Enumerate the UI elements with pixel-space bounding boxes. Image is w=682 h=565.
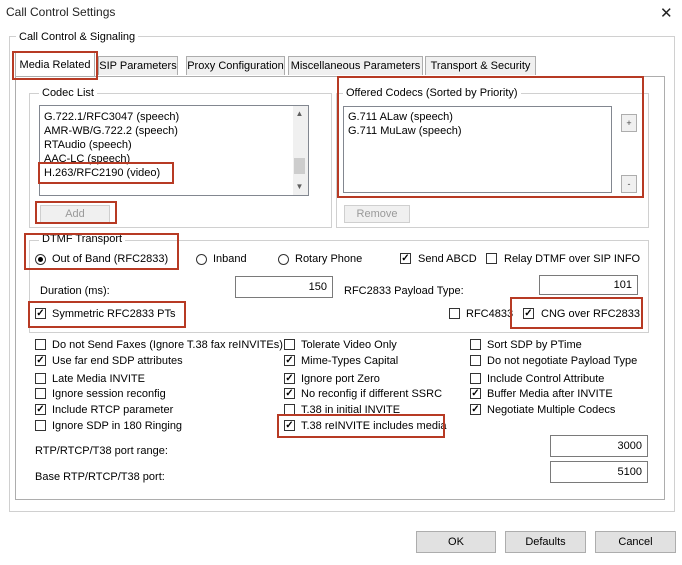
rfc4833-label: RFC4833 bbox=[466, 308, 514, 320]
ignore-session-reconfig-checkbox[interactable] bbox=[35, 388, 46, 399]
ignore-session-reconfig-label: Ignore session reconfig bbox=[52, 388, 166, 400]
send-abcd-checkbox[interactable]: ✓ bbox=[400, 253, 411, 264]
scroll-thumb[interactable] bbox=[294, 158, 305, 174]
relay-dtmf-checkbox[interactable] bbox=[486, 253, 497, 264]
ok-button[interactable]: OK bbox=[416, 531, 496, 553]
scroll-up-icon[interactable]: ▲ bbox=[293, 107, 306, 120]
call-control-group-label: Call Control & Signaling bbox=[16, 31, 139, 43]
tab-transport-security[interactable]: Transport & Security bbox=[425, 56, 536, 75]
highlight-t38-reinvite bbox=[277, 414, 445, 438]
buffer-media-label: Buffer Media after INVITE bbox=[487, 388, 613, 400]
duration-input[interactable]: 150 bbox=[235, 276, 333, 298]
base-port-input[interactable]: 5100 bbox=[550, 461, 648, 483]
include-rtcp-parameter-checkbox[interactable]: ✓ bbox=[35, 404, 46, 415]
no-reconfig-ssrc-checkbox[interactable]: ✓ bbox=[284, 388, 295, 399]
relay-dtmf-label: Relay DTMF over SIP INFO bbox=[504, 253, 641, 265]
window-title: Call Control Settings bbox=[6, 5, 116, 19]
use-far-end-sdp-label: Use far end SDP attributes bbox=[52, 355, 183, 367]
tab-sip-parameters[interactable]: SIP Parameters bbox=[98, 56, 178, 75]
tab-miscellaneous-parameters[interactable]: Miscellaneous Parameters bbox=[288, 56, 423, 75]
radio-inband[interactable] bbox=[196, 254, 207, 265]
port-range-input[interactable]: 3000 bbox=[550, 435, 648, 457]
remove-button[interactable]: Remove bbox=[344, 205, 410, 223]
highlight-offered-codecs bbox=[337, 76, 644, 198]
tab-proxy-configuration[interactable]: Proxy Configuration bbox=[186, 56, 285, 75]
payload-type-input[interactable]: 101 bbox=[539, 275, 638, 295]
radio-rotary-phone-label: Rotary Phone bbox=[295, 253, 363, 265]
list-item[interactable]: AMR-WB/G.722.2 (speech) bbox=[42, 124, 179, 138]
codec-list-label: Codec List bbox=[39, 87, 97, 99]
highlight-cng bbox=[510, 297, 643, 329]
ignore-sdp-180-checkbox[interactable] bbox=[35, 420, 46, 431]
tolerate-video-only-label: Tolerate Video Only bbox=[301, 339, 397, 351]
payload-type-label: RFC2833 Payload Type: bbox=[344, 285, 464, 297]
tolerate-video-only-checkbox[interactable] bbox=[284, 339, 295, 350]
mime-types-capital-label: Mime-Types Capital bbox=[301, 355, 399, 367]
radio-out-of-band[interactable] bbox=[35, 254, 46, 265]
send-abcd-label: Send ABCD bbox=[418, 253, 477, 265]
defaults-button[interactable]: Defaults bbox=[505, 531, 586, 553]
do-not-send-faxes-checkbox[interactable] bbox=[35, 339, 46, 350]
include-control-attribute-label: Include Control Attribute bbox=[487, 373, 605, 385]
radio-out-of-band-label: Out of Band (RFC2833) bbox=[52, 253, 169, 265]
highlight-add bbox=[35, 201, 117, 224]
do-not-negotiate-payload-checkbox[interactable] bbox=[470, 355, 481, 366]
rfc4833-checkbox[interactable] bbox=[449, 308, 460, 319]
sort-sdp-ptime-label: Sort SDP by PTime bbox=[487, 339, 582, 351]
base-port-label: Base RTP/RTCP/T38 port: bbox=[35, 471, 165, 483]
late-media-invite-label: Late Media INVITE bbox=[52, 373, 145, 385]
scroll-down-icon[interactable]: ▼ bbox=[293, 180, 306, 193]
do-not-negotiate-payload-label: Do not negotiate Payload Type bbox=[487, 355, 638, 367]
radio-selected-dot bbox=[38, 257, 43, 262]
list-item[interactable]: RTAudio (speech) bbox=[42, 138, 179, 152]
include-control-attribute-checkbox[interactable] bbox=[470, 373, 481, 384]
include-rtcp-parameter-label: Include RTCP parameter bbox=[52, 404, 174, 416]
mime-types-capital-checkbox[interactable]: ✓ bbox=[284, 355, 295, 366]
do-not-send-faxes-label: Do not Send Faxes (Ignore T.38 fax reINV… bbox=[52, 339, 283, 351]
buffer-media-checkbox[interactable]: ✓ bbox=[470, 388, 481, 399]
sort-sdp-ptime-checkbox[interactable] bbox=[470, 339, 481, 350]
list-item[interactable]: G.722.1/RFC3047 (speech) bbox=[42, 110, 179, 124]
close-icon[interactable]: ✕ bbox=[660, 4, 673, 22]
codec-list-scrollbar[interactable]: ▲ ▼ bbox=[293, 106, 308, 195]
duration-label: Duration (ms): bbox=[40, 285, 110, 297]
highlight-symmetric bbox=[28, 301, 186, 328]
ignore-port-zero-label: Ignore port Zero bbox=[301, 373, 380, 385]
negotiate-multiple-codecs-label: Negotiate Multiple Codecs bbox=[487, 404, 616, 416]
late-media-invite-checkbox[interactable] bbox=[35, 373, 46, 384]
highlight-media-related bbox=[12, 51, 98, 80]
negotiate-multiple-codecs-checkbox[interactable]: ✓ bbox=[470, 404, 481, 415]
highlight-h263 bbox=[38, 162, 174, 184]
ignore-sdp-180-label: Ignore SDP in 180 Ringing bbox=[52, 420, 183, 432]
radio-rotary-phone[interactable] bbox=[278, 254, 289, 265]
no-reconfig-ssrc-label: No reconfig if different SSRC bbox=[301, 388, 443, 400]
use-far-end-sdp-checkbox[interactable]: ✓ bbox=[35, 355, 46, 366]
radio-inband-label: Inband bbox=[213, 253, 247, 265]
port-range-label: RTP/RTCP/T38 port range: bbox=[35, 445, 168, 457]
cancel-button[interactable]: Cancel bbox=[595, 531, 676, 553]
ignore-port-zero-checkbox[interactable]: ✓ bbox=[284, 373, 295, 384]
